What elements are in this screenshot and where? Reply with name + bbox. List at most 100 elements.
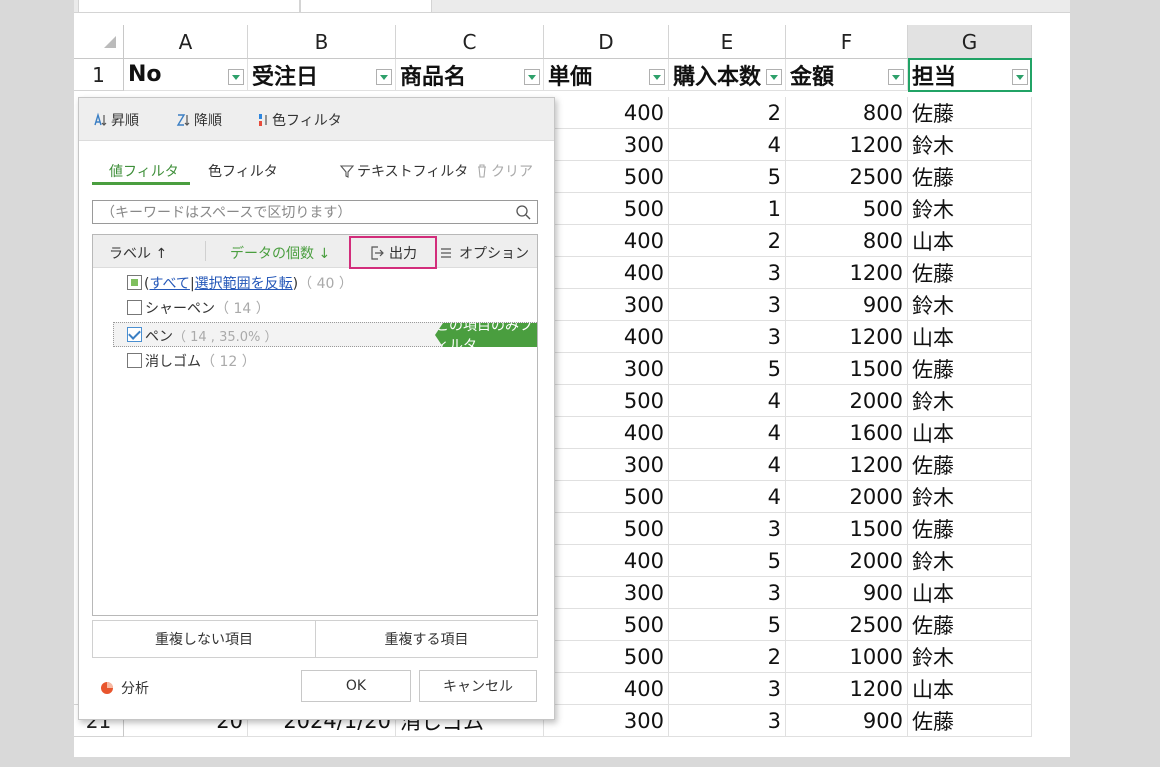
table-cell[interactable]: 300 xyxy=(544,705,669,737)
table-cell[interactable]: 1600 xyxy=(786,417,908,449)
table-cell[interactable]: 500 xyxy=(544,609,669,641)
table-cell[interactable]: 2000 xyxy=(786,481,908,513)
table-cell[interactable]: 400 xyxy=(544,545,669,577)
table-cell[interactable]: 1200 xyxy=(786,257,908,289)
ok-button[interactable]: OK xyxy=(301,670,411,702)
table-cell[interactable]: 800 xyxy=(786,97,908,129)
filter-dropdown-button[interactable] xyxy=(649,69,665,85)
table-cell[interactable]: 300 xyxy=(544,289,669,321)
filter-dropdown-button[interactable] xyxy=(376,69,392,85)
table-cell[interactable]: 山本 xyxy=(908,673,1032,705)
table-cell[interactable]: 2500 xyxy=(786,161,908,193)
table-cell[interactable]: 2500 xyxy=(786,609,908,641)
select-all-link[interactable]: すべて xyxy=(149,276,189,292)
table-cell[interactable]: 山本 xyxy=(908,225,1032,257)
table-cell[interactable]: 3 xyxy=(669,705,786,737)
table-cell[interactable]: 鈴木 xyxy=(908,289,1032,321)
filter-dropdown-button[interactable] xyxy=(888,69,904,85)
table-cell[interactable]: 佐藤 xyxy=(908,353,1032,385)
table-cell[interactable]: 佐藤 xyxy=(908,161,1032,193)
table-cell[interactable]: 500 xyxy=(544,193,669,225)
table-cell[interactable]: 佐藤 xyxy=(908,705,1032,737)
checkbox-eraser[interactable] xyxy=(127,353,142,368)
filter-dropdown-button[interactable] xyxy=(766,69,782,85)
table-cell[interactable]: 3 xyxy=(669,513,786,545)
table-cell[interactable]: 4 xyxy=(669,385,786,417)
table-cell[interactable]: 4 xyxy=(669,417,786,449)
list-item-sharpen[interactable]: シャーペン（ 14 ） xyxy=(145,298,270,318)
header-cell-c[interactable]: 商品名 xyxy=(396,59,544,91)
table-cell[interactable]: 900 xyxy=(786,577,908,609)
table-cell[interactable]: 2000 xyxy=(786,385,908,417)
row-header[interactable]: 1 xyxy=(74,59,124,91)
table-cell[interactable]: 900 xyxy=(786,705,908,737)
table-cell[interactable]: 400 xyxy=(544,257,669,289)
options-button[interactable]: オプション xyxy=(439,243,529,263)
table-cell[interactable]: 鈴木 xyxy=(908,193,1032,225)
column-header-d[interactable]: D xyxy=(544,25,669,59)
table-cell[interactable]: 2 xyxy=(669,225,786,257)
table-cell[interactable]: 400 xyxy=(544,417,669,449)
table-cell[interactable]: 1200 xyxy=(786,449,908,481)
header-cell-b[interactable]: 受注日 xyxy=(248,59,396,91)
column-header-g[interactable]: G xyxy=(908,25,1032,59)
table-cell[interactable]: 4 xyxy=(669,449,786,481)
tab-color-filter[interactable]: 色フィルタ xyxy=(208,161,278,181)
table-cell[interactable]: 佐藤 xyxy=(908,609,1032,641)
table-cell[interactable]: 山本 xyxy=(908,417,1032,449)
filter-only-this-button[interactable]: この項目のみフィルタ xyxy=(435,323,537,347)
table-cell[interactable]: 400 xyxy=(544,673,669,705)
table-cell[interactable]: 1500 xyxy=(786,353,908,385)
list-item-eraser[interactable]: 消しゴム（ 12 ） xyxy=(145,351,256,371)
analyze-button[interactable]: 分析 xyxy=(99,678,149,698)
column-header-e[interactable]: E xyxy=(669,25,786,59)
table-cell[interactable]: 鈴木 xyxy=(908,545,1032,577)
invert-selection-link[interactable]: 選択範囲を反転 xyxy=(195,276,293,292)
table-cell[interactable]: 300 xyxy=(544,449,669,481)
list-item-pen[interactable]: ペン（ 14 , 35.0% ） xyxy=(145,326,278,346)
table-cell[interactable]: 鈴木 xyxy=(908,481,1032,513)
table-cell[interactable]: 300 xyxy=(544,129,669,161)
tab-value-filter[interactable]: 値フィルタ xyxy=(109,161,179,181)
table-cell[interactable]: 1 xyxy=(669,193,786,225)
sort-by-label-button[interactable]: ラベル ↑ xyxy=(109,243,167,263)
table-cell[interactable]: 1500 xyxy=(786,513,908,545)
cancel-button[interactable]: キャンセル xyxy=(419,670,537,702)
table-cell[interactable]: 400 xyxy=(544,97,669,129)
color-sort-button[interactable]: 色フィルタ xyxy=(257,110,342,130)
unique-items-button[interactable]: 重複しない項目 xyxy=(93,621,316,657)
table-cell[interactable]: 500 xyxy=(544,641,669,673)
sheet-tab-right[interactable] xyxy=(300,0,432,13)
checkbox-sharpen[interactable] xyxy=(127,300,142,315)
sort-by-count-button[interactable]: データの個数 ↓ xyxy=(230,243,330,263)
export-button[interactable]: 出力 xyxy=(349,236,437,269)
table-cell[interactable]: 500 xyxy=(544,385,669,417)
filter-dropdown-button[interactable] xyxy=(524,69,540,85)
table-cell[interactable]: 鈴木 xyxy=(908,641,1032,673)
sort-descending-button[interactable]: 降順 xyxy=(175,110,222,130)
text-filter-button[interactable]: テキストフィルタ xyxy=(339,161,468,181)
table-cell[interactable]: 500 xyxy=(544,513,669,545)
table-cell[interactable]: 4 xyxy=(669,481,786,513)
table-cell[interactable]: 3 xyxy=(669,673,786,705)
column-header-a[interactable]: A xyxy=(124,25,248,59)
table-cell[interactable]: 1200 xyxy=(786,321,908,353)
table-cell[interactable]: 鈴木 xyxy=(908,129,1032,161)
table-cell[interactable]: 3 xyxy=(669,257,786,289)
table-cell[interactable]: 山本 xyxy=(908,321,1032,353)
table-cell[interactable]: 3 xyxy=(669,289,786,321)
checkbox-pen[interactable] xyxy=(127,327,142,342)
table-cell[interactable]: 800 xyxy=(786,225,908,257)
table-cell[interactable]: 佐藤 xyxy=(908,257,1032,289)
table-cell[interactable]: 鈴木 xyxy=(908,385,1032,417)
table-cell[interactable]: 400 xyxy=(544,321,669,353)
sort-ascending-button[interactable]: 昇順 xyxy=(92,110,139,130)
table-cell[interactable]: 1000 xyxy=(786,641,908,673)
table-cell[interactable]: 佐藤 xyxy=(908,513,1032,545)
table-cell[interactable]: 900 xyxy=(786,289,908,321)
table-cell[interactable]: 2 xyxy=(669,641,786,673)
table-cell[interactable]: 500 xyxy=(544,161,669,193)
table-cell[interactable]: 5 xyxy=(669,161,786,193)
column-header-b[interactable]: B xyxy=(248,25,396,59)
table-cell[interactable]: 3 xyxy=(669,321,786,353)
